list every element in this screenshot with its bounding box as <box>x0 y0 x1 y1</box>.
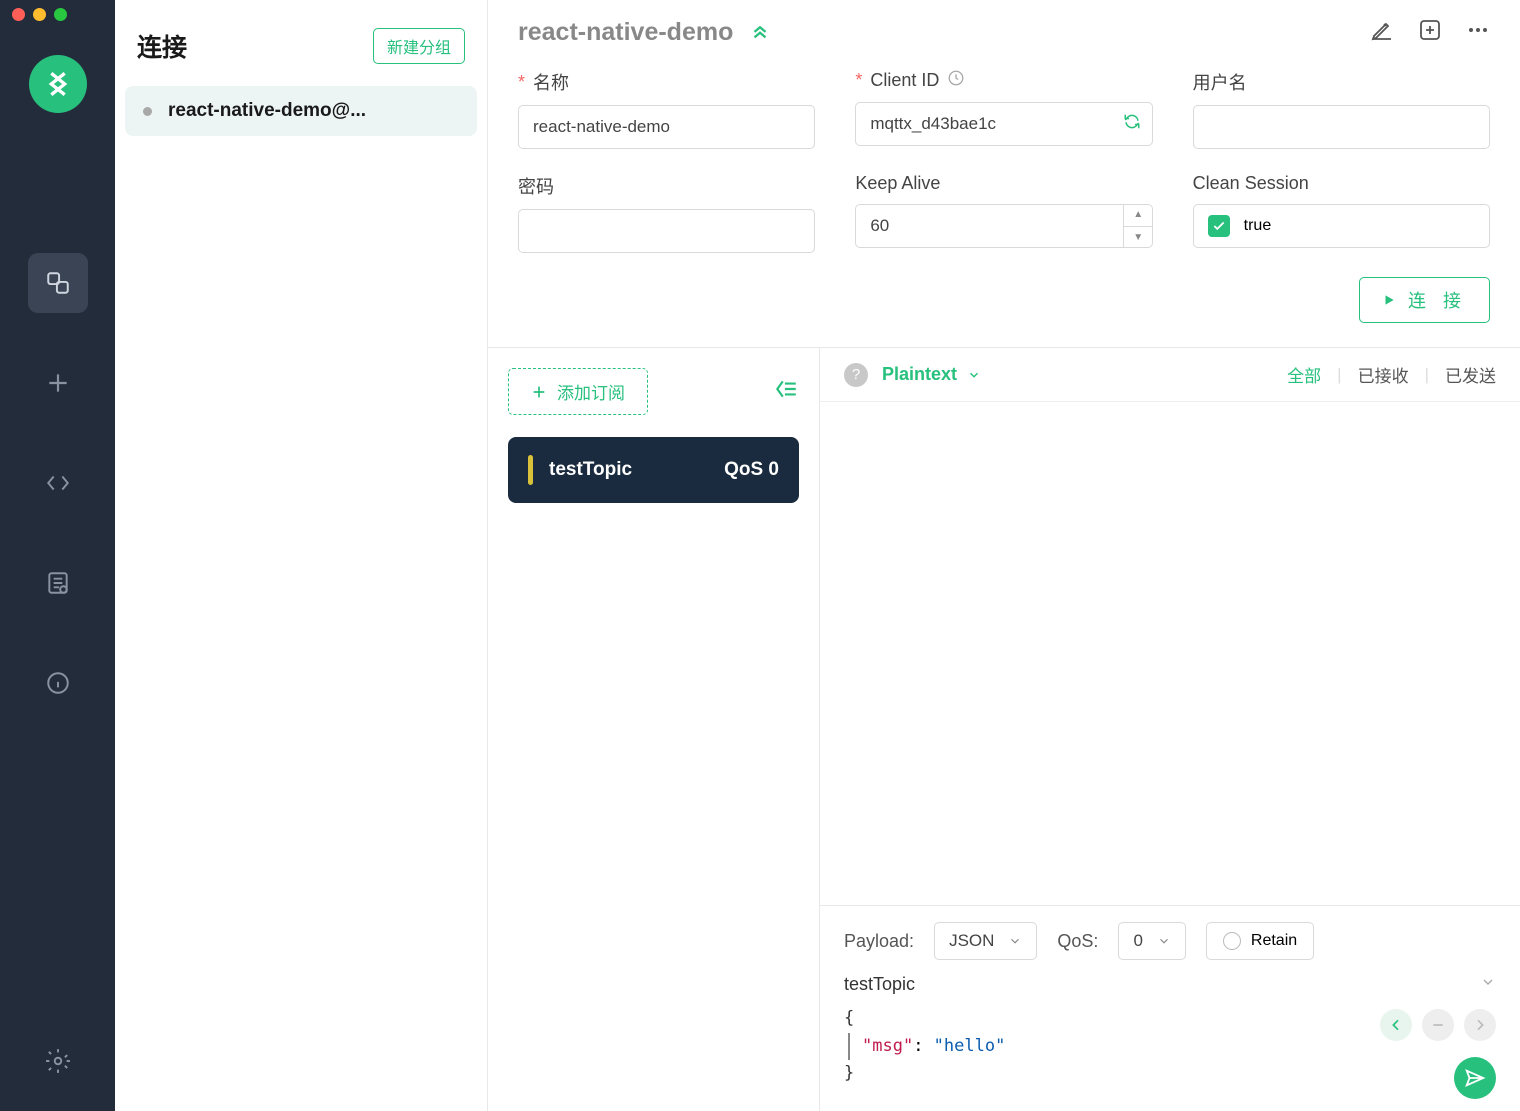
sidebar-title: 连接 <box>137 28 187 64</box>
payload-type-select[interactable]: JSON <box>934 922 1037 960</box>
add-subscription-button[interactable]: 添加订阅 <box>508 368 648 415</box>
message-list <box>820 402 1520 905</box>
name-input[interactable] <box>518 105 815 149</box>
keep-alive-label: Keep Alive <box>855 173 940 194</box>
main-panel: react-native-demo *名称 *Client ID <box>488 0 1520 1111</box>
checkbox-checked-icon <box>1208 215 1230 237</box>
retain-label: Retain <box>1251 932 1297 950</box>
connection-status-icon <box>143 107 152 116</box>
nav-rail <box>0 0 115 1111</box>
send-button[interactable] <box>1454 1057 1496 1099</box>
password-input[interactable] <box>518 209 815 253</box>
subscription-item[interactable]: testTopic QoS 0 <box>508 437 799 503</box>
nav-scripts[interactable] <box>28 453 88 513</box>
clean-session-label: Clean Session <box>1193 173 1309 194</box>
password-label: 密码 <box>518 173 554 199</box>
clean-session-value: true <box>1244 217 1272 235</box>
stepper-down-button[interactable]: ▼ <box>1124 227 1153 249</box>
keep-alive-stepper: ▲ ▼ <box>1123 204 1153 248</box>
payload-format-select[interactable]: Plaintext <box>882 364 981 385</box>
client-id-input[interactable] <box>855 102 1152 146</box>
subscription-qos: QoS 0 <box>724 459 779 481</box>
nav-settings[interactable] <box>28 1031 88 1091</box>
qos-select[interactable]: 0 <box>1118 922 1185 960</box>
history-clear-button[interactable] <box>1422 1009 1454 1041</box>
expand-topic-icon[interactable] <box>1480 974 1496 995</box>
connection-item[interactable]: react-native-demo@... <box>125 86 477 136</box>
help-icon[interactable]: ? <box>844 363 868 387</box>
keep-alive-input[interactable] <box>855 204 1152 248</box>
publish-panel: Payload: JSON QoS: 0 Retain <box>820 905 1520 1111</box>
nav-logs[interactable] <box>28 553 88 613</box>
publish-topic[interactable]: testTopic <box>844 974 915 995</box>
window-zoom-button[interactable] <box>54 8 67 21</box>
history-prev-button[interactable] <box>1380 1009 1412 1041</box>
window-close-button[interactable] <box>12 8 25 21</box>
client-id-label: Client ID <box>870 70 939 91</box>
nav-info[interactable] <box>28 653 88 713</box>
connections-sidebar: 连接 新建分组 react-native-demo@... <box>115 0 488 1111</box>
nav-new[interactable] <box>28 353 88 413</box>
window-minimize-button[interactable] <box>33 8 46 21</box>
payload-label: Payload: <box>844 931 914 952</box>
username-input[interactable] <box>1193 105 1490 149</box>
subscription-topic: testTopic <box>549 459 632 481</box>
subscription-color-bar <box>528 455 533 485</box>
filter-sent[interactable]: 已发送 <box>1445 362 1496 387</box>
app-logo <box>29 55 87 113</box>
new-group-button[interactable]: 新建分组 <box>373 28 465 64</box>
name-label: 名称 <box>533 69 569 95</box>
connect-button[interactable]: 连 接 <box>1359 277 1490 323</box>
nav-connections[interactable] <box>28 253 88 313</box>
messages-panel: ? Plaintext 全部 | 已接收 | 已发送 P <box>820 348 1520 1111</box>
stepper-up-button[interactable]: ▲ <box>1124 204 1153 227</box>
filter-received[interactable]: 已接收 <box>1358 362 1409 387</box>
username-label: 用户名 <box>1193 69 1247 95</box>
retain-radio-icon <box>1223 932 1241 950</box>
collapse-subscriptions-icon[interactable] <box>773 376 799 407</box>
filter-all[interactable]: 全部 <box>1287 362 1321 387</box>
history-next-button[interactable] <box>1464 1009 1496 1041</box>
subscriptions-panel: 添加订阅 testTopic QoS 0 <box>488 348 820 1111</box>
refresh-client-id-button[interactable] <box>1123 113 1141 136</box>
clean-session-toggle[interactable]: true <box>1193 204 1490 248</box>
clock-icon <box>947 69 965 92</box>
qos-label: QoS: <box>1057 931 1098 952</box>
connection-name: react-native-demo@... <box>168 100 366 122</box>
retain-toggle[interactable]: Retain <box>1206 922 1314 960</box>
